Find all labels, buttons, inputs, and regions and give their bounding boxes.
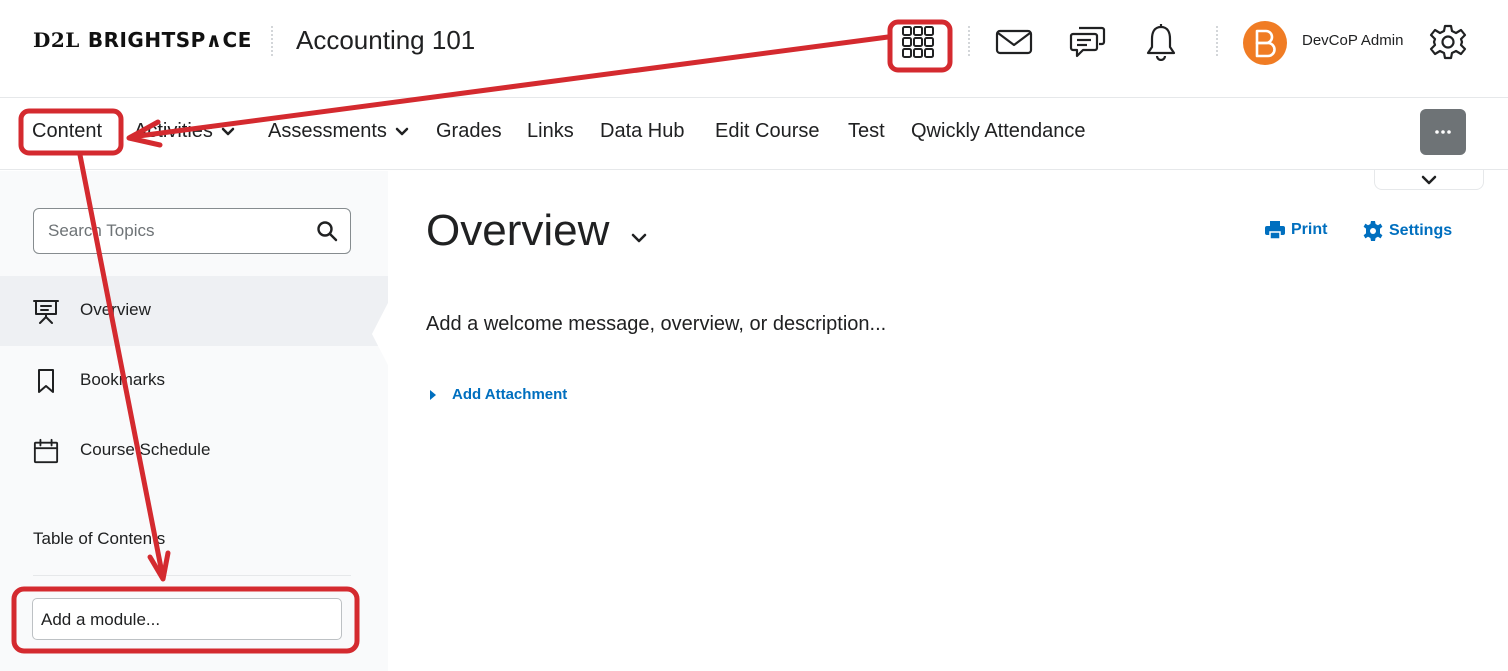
- nav-label: Activities: [134, 120, 213, 142]
- search-icon[interactable]: [316, 220, 338, 247]
- gear-icon[interactable]: [1426, 20, 1470, 64]
- header-divider: [968, 26, 970, 56]
- nav-item-test[interactable]: Test: [848, 120, 885, 143]
- nav-label: Test: [848, 120, 885, 142]
- sidebar-item-label: Course Schedule: [80, 440, 211, 459]
- nav-label: Assessments: [268, 120, 387, 142]
- course-navbar: Content Activities Assessments Grades Li…: [0, 98, 1508, 170]
- nav-item-grades[interactable]: Grades: [436, 120, 502, 143]
- chevron-down-icon: [395, 127, 409, 137]
- sidebar-item-label: Bookmarks: [80, 370, 166, 389]
- gear-icon: [1363, 221, 1383, 241]
- logo-mark: D2L: [33, 28, 80, 52]
- search-input[interactable]: [48, 219, 298, 243]
- add-module-field[interactable]: [32, 598, 342, 640]
- sidebar-item-course-schedule[interactable]: Course Schedule: [0, 416, 388, 486]
- calendar-icon: [33, 438, 59, 464]
- app-launcher-icon[interactable]: [896, 20, 940, 64]
- chevron-down-icon: [221, 127, 235, 137]
- print-label: Print: [1291, 221, 1328, 238]
- logo-brand: BRIGHTSP∧CE: [87, 28, 252, 52]
- sidebar-item-bookmarks[interactable]: Bookmarks: [0, 346, 388, 416]
- top-header: D2L BRIGHTSP∧CE Accounting 101 DevCoP Ad…: [0, 0, 1508, 98]
- chevron-down-icon[interactable]: [631, 233, 647, 243]
- more-nav-button[interactable]: [1420, 109, 1466, 155]
- nav-label: Data Hub: [600, 120, 685, 142]
- nav-label: Content: [32, 120, 103, 142]
- user-name[interactable]: DevCoP Admin: [1302, 32, 1403, 49]
- nav-label: Links: [527, 120, 574, 142]
- add-module-input[interactable]: [41, 608, 331, 632]
- divider: [33, 575, 351, 576]
- nav-item-edit-course[interactable]: Edit Course: [715, 120, 820, 143]
- print-button[interactable]: Print: [1265, 221, 1327, 239]
- ellipsis-icon: [1435, 130, 1451, 134]
- nav-item-assessments[interactable]: Assessments: [268, 120, 409, 143]
- settings-label: Settings: [1389, 222, 1453, 239]
- brightspace-logo[interactable]: D2L BRIGHTSP∧CE: [33, 28, 252, 52]
- settings-button[interactable]: Settings: [1363, 221, 1452, 241]
- course-title[interactable]: Accounting 101: [296, 25, 475, 56]
- printer-icon: [1265, 221, 1285, 239]
- nav-label: Grades: [436, 120, 502, 142]
- content-sidebar: Overview Bookmarks Course Schedule Table…: [0, 171, 390, 671]
- search-topics-field[interactable]: [33, 208, 351, 254]
- add-attachment-link[interactable]: Add Attachment: [430, 386, 567, 403]
- bell-icon[interactable]: [1139, 20, 1183, 64]
- nav-item-content[interactable]: Content: [32, 120, 102, 143]
- add-attachment-label: Add Attachment: [452, 386, 568, 403]
- chevron-down-icon: [1421, 175, 1437, 184]
- nav-item-activities[interactable]: Activities: [134, 120, 235, 143]
- avatar[interactable]: [1243, 21, 1287, 65]
- nav-label: Edit Course: [715, 120, 820, 142]
- nav-item-links[interactable]: Links: [527, 120, 574, 143]
- expand-triangle-icon: [430, 389, 436, 400]
- mail-icon[interactable]: [992, 20, 1036, 64]
- collapse-navbar-toggle[interactable]: [1374, 170, 1484, 190]
- welcome-message-placeholder[interactable]: Add a welcome message, overview, or desc…: [426, 313, 886, 336]
- sidebar-item-label: Overview: [80, 300, 151, 319]
- presentation-icon: [33, 298, 59, 324]
- page-title-text: Overview: [426, 206, 610, 255]
- header-divider: [1216, 26, 1218, 56]
- nav-item-data-hub[interactable]: Data Hub: [600, 120, 685, 143]
- nav-item-qwickly-attendance[interactable]: Qwickly Attendance: [911, 120, 1086, 143]
- bookmark-icon: [33, 368, 59, 394]
- sidebar-item-overview[interactable]: Overview: [0, 276, 388, 346]
- chat-icon[interactable]: [1066, 20, 1110, 64]
- nav-label: Qwickly Attendance: [911, 120, 1086, 142]
- table-of-contents-label[interactable]: Table of Contents: [33, 529, 165, 549]
- page-title[interactable]: Overview: [426, 206, 647, 256]
- header-divider: [271, 26, 273, 56]
